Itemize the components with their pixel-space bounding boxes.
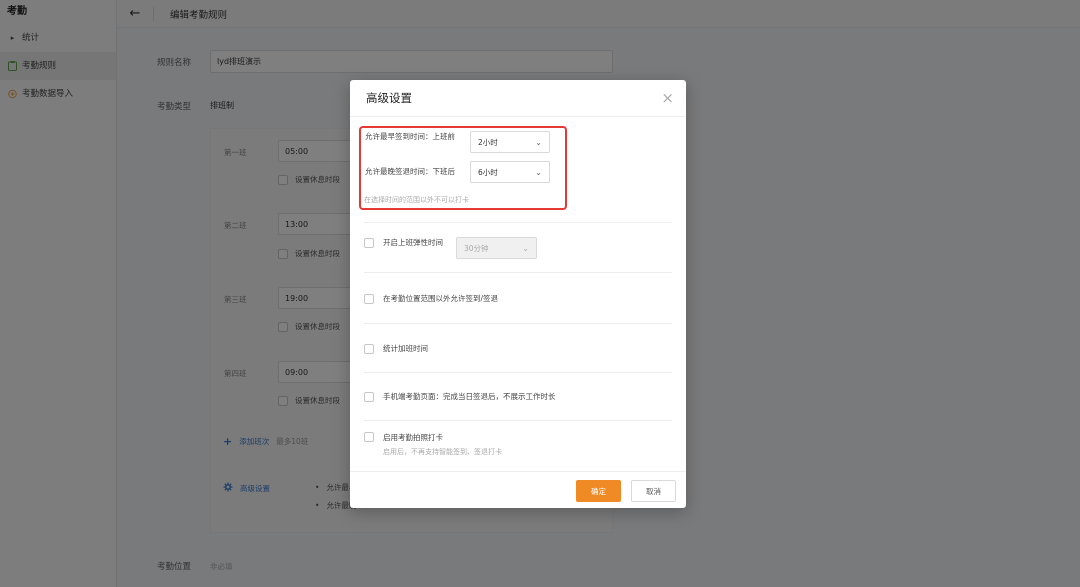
outside-range-label: 在考勤位置范围以外允许签到/签退 [383, 294, 499, 303]
flex-time-select[interactable]: 30分钟 ⌄ [456, 237, 537, 259]
divider [364, 372, 672, 373]
latest-select[interactable]: 6小时 ⌄ [470, 161, 550, 183]
modal-footer: 确定 取消 [350, 471, 686, 508]
close-icon[interactable]: × [661, 91, 674, 106]
photo-checkin-text: 启用考勤拍照打卡 启用后，不再支持智能签到、签退打卡 [383, 432, 502, 457]
overtime-checkbox[interactable] [364, 343, 374, 354]
earliest-label: 允许最早签到时间：上班前 [365, 132, 455, 141]
flex-time-row: 开启上班弹性时间 [364, 237, 443, 248]
photo-checkin-row: 启用考勤拍照打卡 启用后，不再支持智能签到、签退打卡 [364, 432, 502, 457]
overtime-row: 统计加班时间 [364, 343, 428, 354]
divider [364, 420, 672, 421]
divider [364, 272, 672, 273]
earliest-select[interactable]: 2小时 ⌄ [470, 131, 550, 153]
chevron-down-icon: ⌄ [535, 167, 542, 177]
mobile-page-row: 手机端考勤页面：完成当日签退后，不展示工作时长 [364, 391, 556, 402]
cancel-button[interactable]: 取消 [631, 480, 676, 502]
photo-checkin-hint: 启用后，不再支持智能签到、签退打卡 [383, 448, 502, 456]
photo-checkin-checkbox[interactable] [364, 432, 374, 442]
divider [364, 323, 672, 324]
mobile-page-label: 手机端考勤页面：完成当日签退后，不展示工作时长 [383, 392, 556, 401]
flex-time-value: 30分钟 [464, 243, 489, 253]
range-hint: 在选择时间的范围以外不可以打卡 [364, 196, 469, 204]
latest-value: 6小时 [478, 167, 498, 177]
overtime-label: 统计加班时间 [383, 344, 428, 353]
chevron-down-icon: ⌄ [535, 137, 542, 147]
chevron-down-icon: ⌄ [522, 243, 529, 253]
modal-title: 高级设置 [366, 91, 412, 105]
modal-header: 高级设置 × [350, 80, 686, 117]
flex-time-label: 开启上班弹性时间 [383, 238, 443, 247]
outside-range-checkbox[interactable] [364, 293, 374, 304]
earliest-value: 2小时 [478, 137, 498, 147]
photo-checkin-label: 启用考勤拍照打卡 [383, 433, 443, 442]
divider [364, 222, 672, 223]
outside-range-row: 在考勤位置范围以外允许签到/签退 [364, 293, 498, 304]
mobile-page-checkbox[interactable] [364, 391, 374, 402]
latest-label: 允许最晚签退时间：下班后 [365, 167, 455, 176]
flex-time-checkbox[interactable] [364, 237, 374, 248]
advanced-settings-modal: 高级设置 × 允许最早签到时间：上班前 2小时 ⌄ 允许最晚签退时间：下班后 6… [350, 80, 686, 508]
latest-checkout-row: 允许最晚签退时间：下班后 [365, 166, 455, 177]
earliest-checkin-row: 允许最早签到时间：上班前 [365, 131, 455, 142]
confirm-button[interactable]: 确定 [576, 480, 621, 502]
